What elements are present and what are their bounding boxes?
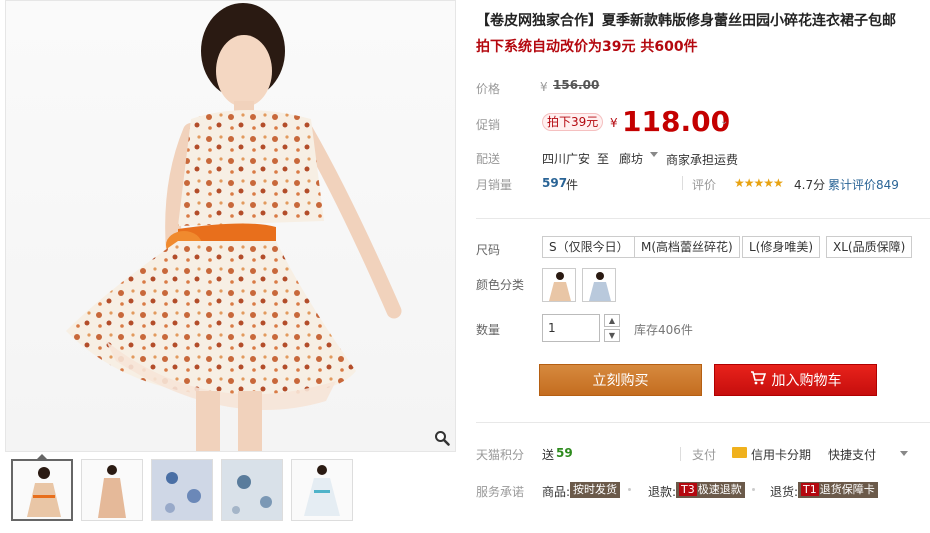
product-subtitle: 拍下系统自动改价为39元 共600件 [476,39,698,55]
rating-stars: ★★★★★ [734,176,784,190]
quick-pay[interactable]: 快捷支付 [828,446,876,463]
credit-installment[interactable]: 信用卡分期 [751,446,811,463]
promo-label: 促销 [476,118,501,132]
rating-score: 4.7分 [794,178,826,192]
on-time-delivery-badge[interactable]: 按时发货 [570,482,620,498]
sales-count: 597 [542,176,568,190]
dress-photo [66,3,402,451]
color-label: 颜色分类 [476,278,525,292]
size-option-l[interactable]: L(修身唯美) [742,236,821,258]
fast-refund-badge[interactable]: T3 极速退款 [676,482,745,498]
service-goods-label: 商品: [542,485,571,499]
size-option-s[interactable]: S（仅限今日） [542,236,636,258]
product-title: 【卷皮网独家合作】夏季新款韩版修身蕾丝田园小碎花连衣裙子包邮 [476,13,896,29]
delivery-to-word: 至 [597,152,610,166]
return-guarantee-badge[interactable]: T1 退货保障卡 [798,482,878,498]
price-label: 价格 [476,82,501,96]
points-prefix: 送 [542,448,555,462]
product-info-panel: 【卷皮网独家合作】夏季新款韩版修身蕾丝田园小碎花连衣裙子包邮 拍下系统自动改价为… [476,0,930,533]
zoom-icon[interactable] [431,427,453,449]
points-value: 59 [556,446,573,460]
divider [682,176,683,190]
points-label: 天猫积分 [476,448,525,462]
return-badge-text: 退货保障卡 [819,483,875,496]
main-product-image[interactable] [5,0,456,452]
promo-price: 118.00 [622,105,731,138]
service-label: 服务承诺 [476,485,525,499]
payment-dropdown-icon[interactable] [900,451,908,456]
section-divider [476,218,930,219]
thumbnail-3[interactable] [151,459,213,521]
separator-dot [752,488,755,491]
size-label: 尺码 [476,243,501,257]
size-option-m[interactable]: M(高档蕾丝碎花) [634,236,740,258]
thumbnail-strip [5,459,456,531]
product-page: 【卷皮网独家合作】夏季新款韩版修身蕾丝田园小碎花连衣裙子包邮 拍下系统自动改价为… [0,0,930,533]
buy-now-button[interactable]: 立刻购买 [539,364,702,396]
delivery-destination[interactable]: 廊坊 [619,150,643,167]
service-return-label: 退货: [770,485,799,499]
thumbnail-4[interactable] [221,459,283,521]
refund-badge-text: 极速退款 [697,483,742,496]
credit-card-icon [732,447,747,458]
add-to-cart-button[interactable]: 加入购物车 [714,364,877,396]
thumbnail-5[interactable] [291,459,353,521]
original-currency: ¥ [540,80,548,94]
rating-label: 评价 [692,178,717,192]
add-to-cart-label: 加入购物车 [771,373,842,389]
separator-dot [628,488,631,491]
quantity-increase-button[interactable]: ▲ [604,314,620,327]
destination-dropdown-icon[interactable] [650,152,658,157]
cart-icon [750,365,766,397]
review-count-link[interactable]: 累计评价849 [828,176,899,193]
delivery-fee: 商家承担运费 [666,153,739,167]
chevron-down-icon[interactable]: ⌄ [720,116,728,127]
quantity-decrease-button[interactable]: ▼ [604,329,620,342]
quantity-label: 数量 [476,323,501,337]
original-price: 156.00 [553,78,600,92]
size-option-xl[interactable]: XL(品质保障) [826,236,913,258]
return-tier: T1 [801,483,819,496]
promo-tag: 拍下39元 [542,113,604,131]
promo-currency: ¥ [610,116,618,130]
color-option-1[interactable] [542,268,576,302]
payment-label: 支付 [692,448,717,462]
delivery-from: 四川广安 [542,152,591,166]
divider [680,447,681,461]
thumbnail-2[interactable] [81,459,143,521]
color-option-2[interactable] [582,268,616,302]
sales-label: 月销量 [476,178,513,192]
quantity-input[interactable] [542,314,600,342]
service-refund-label: 退款: [648,485,677,499]
section-divider [476,422,930,423]
stock-info: 库存406件 [634,323,693,337]
delivery-label: 配送 [476,152,501,166]
thumbnail-1[interactable] [11,459,73,521]
sales-unit: 件 [566,178,579,192]
refund-tier: T3 [679,483,697,496]
